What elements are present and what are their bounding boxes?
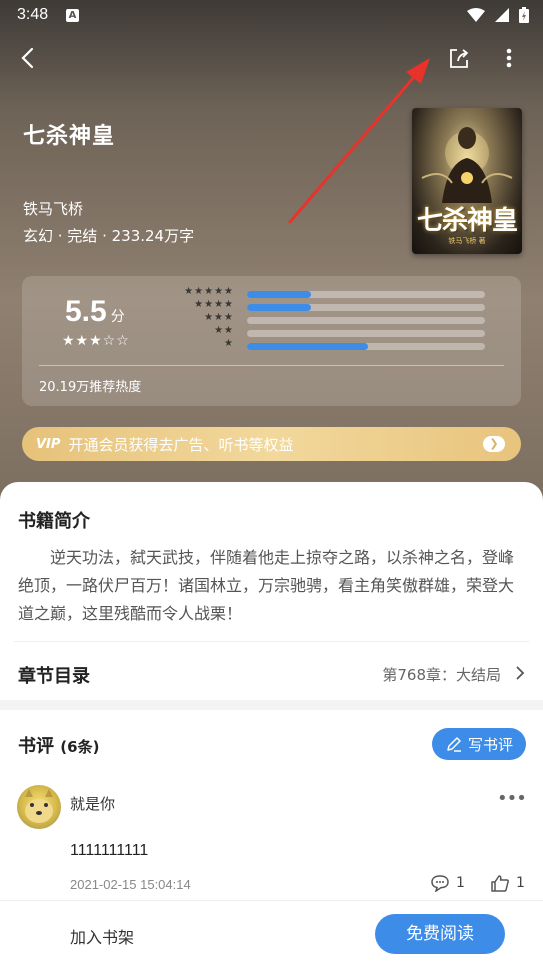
cover-subtitle: 铁马飞桥 著 [448,237,486,245]
review-time: 2021-02-15 15:04:14 [70,877,191,892]
share-icon [450,49,468,68]
reviews-label: 书评 [18,736,54,757]
comment-icon [431,875,449,892]
free-read-button[interactable]: 免费阅读 [375,914,505,954]
notification-app-icon: A [66,9,79,22]
share-button[interactable] [443,42,475,74]
vip-go-icon: ❯ [483,436,505,452]
rating-row-stars: ★★★★ [194,299,234,310]
comment-button[interactable]: 1 [430,874,465,892]
book-title: 七杀神皇 [23,124,116,149]
score-unit: 分 [110,309,125,325]
chevron-right-icon [516,666,525,680]
like-button[interactable]: 1 [490,874,525,892]
rating-row-stars: ★★ [214,325,234,336]
vip-text: 开通会员获得去广告、听书等权益 [68,435,294,454]
rating-distribution: ★★★★★ ★★★★ ★★★ ★★ ★ [172,286,492,354]
rating-bar-track [247,291,485,298]
rating-row: ★ [172,338,492,354]
avatar[interactable] [17,785,61,829]
book-cover: 七杀神皇 铁马飞桥 著 [412,108,522,254]
rating-row: ★★ [172,325,492,341]
more-horizontal-icon[interactable]: ••• [497,790,527,814]
rating-divider [39,365,504,366]
intro-text: 逆天功法，弑天武技，伴随着他走上掠夺之路，以杀神之名，登峰绝顶，一路伏尸百万！诸… [18,548,515,623]
rating-card: 5.5 分 ★★★☆☆ ★★★★★ ★★★★ ★★★ ★★ ★ 20.19万推荐热度 [22,276,521,406]
battery-icon [519,7,529,23]
thumbs-up-icon [491,875,509,892]
section-gap [0,700,543,710]
back-arrow-icon [21,47,34,69]
rating-bar-fill [247,291,312,298]
cover-title-art: 七杀神皇 [416,206,518,236]
like-count: 1 [516,875,525,891]
rating-row-stars: ★★★★★ [184,286,234,297]
edit-pen-icon [447,737,461,752]
rating-bar-track [247,317,485,324]
book-author[interactable]: 铁马飞桥 [23,198,83,219]
chapter-title: 章节目录 [18,666,90,687]
rating-bar-track [247,330,485,337]
recommend-heat: 20.19万推荐热度 [39,380,142,395]
rating-bar-track [247,304,485,311]
write-review-label: 写书评 [467,735,513,754]
section-divider [14,641,529,642]
more-options-button[interactable] [493,42,525,74]
vip-badge: VIP [36,436,61,452]
status-bar: 3:48 A [0,0,543,32]
wifi-icon [467,8,485,22]
score-stars: ★★★☆☆ [62,333,130,349]
chapter-list-row[interactable]: 章节目录 第768章：大结局 [0,650,543,698]
status-time: 3:48 [17,6,49,23]
back-button[interactable] [12,42,44,74]
latest-chapter: 第768章：大结局 [382,666,501,684]
reviews-title: 书评 (6条) [18,732,99,758]
vip-banner[interactable]: VIP 开通会员获得去广告、听书等权益 ❯ [22,427,521,461]
write-review-button[interactable]: 写书评 [432,728,526,760]
signal-icon [495,8,509,22]
more-vertical-icon [506,48,512,68]
add-to-shelf-button[interactable]: 加入书架 [70,924,134,948]
rating-bar-fill [247,304,312,311]
rating-bar-track [247,343,485,350]
bottom-action-bar: 加入书架 免费阅读 [0,900,543,967]
book-meta: 玄幻 · 完结 · 233.24万字 [23,227,195,245]
doge-avatar-art [25,789,53,823]
score-value: 5.5 [65,295,107,328]
comment-count: 1 [456,875,465,891]
intro-title: 书籍简介 [18,511,90,532]
review-username[interactable]: 就是你 [70,793,115,814]
rating-score: 5.5 分 [65,295,125,329]
rating-row-stars: ★★★ [204,312,234,323]
reviews-count: (6条) [60,738,100,756]
rating-row-stars: ★ [224,338,234,349]
rating-bar-fill [247,343,369,350]
review-content: 1111111111 [70,842,149,859]
